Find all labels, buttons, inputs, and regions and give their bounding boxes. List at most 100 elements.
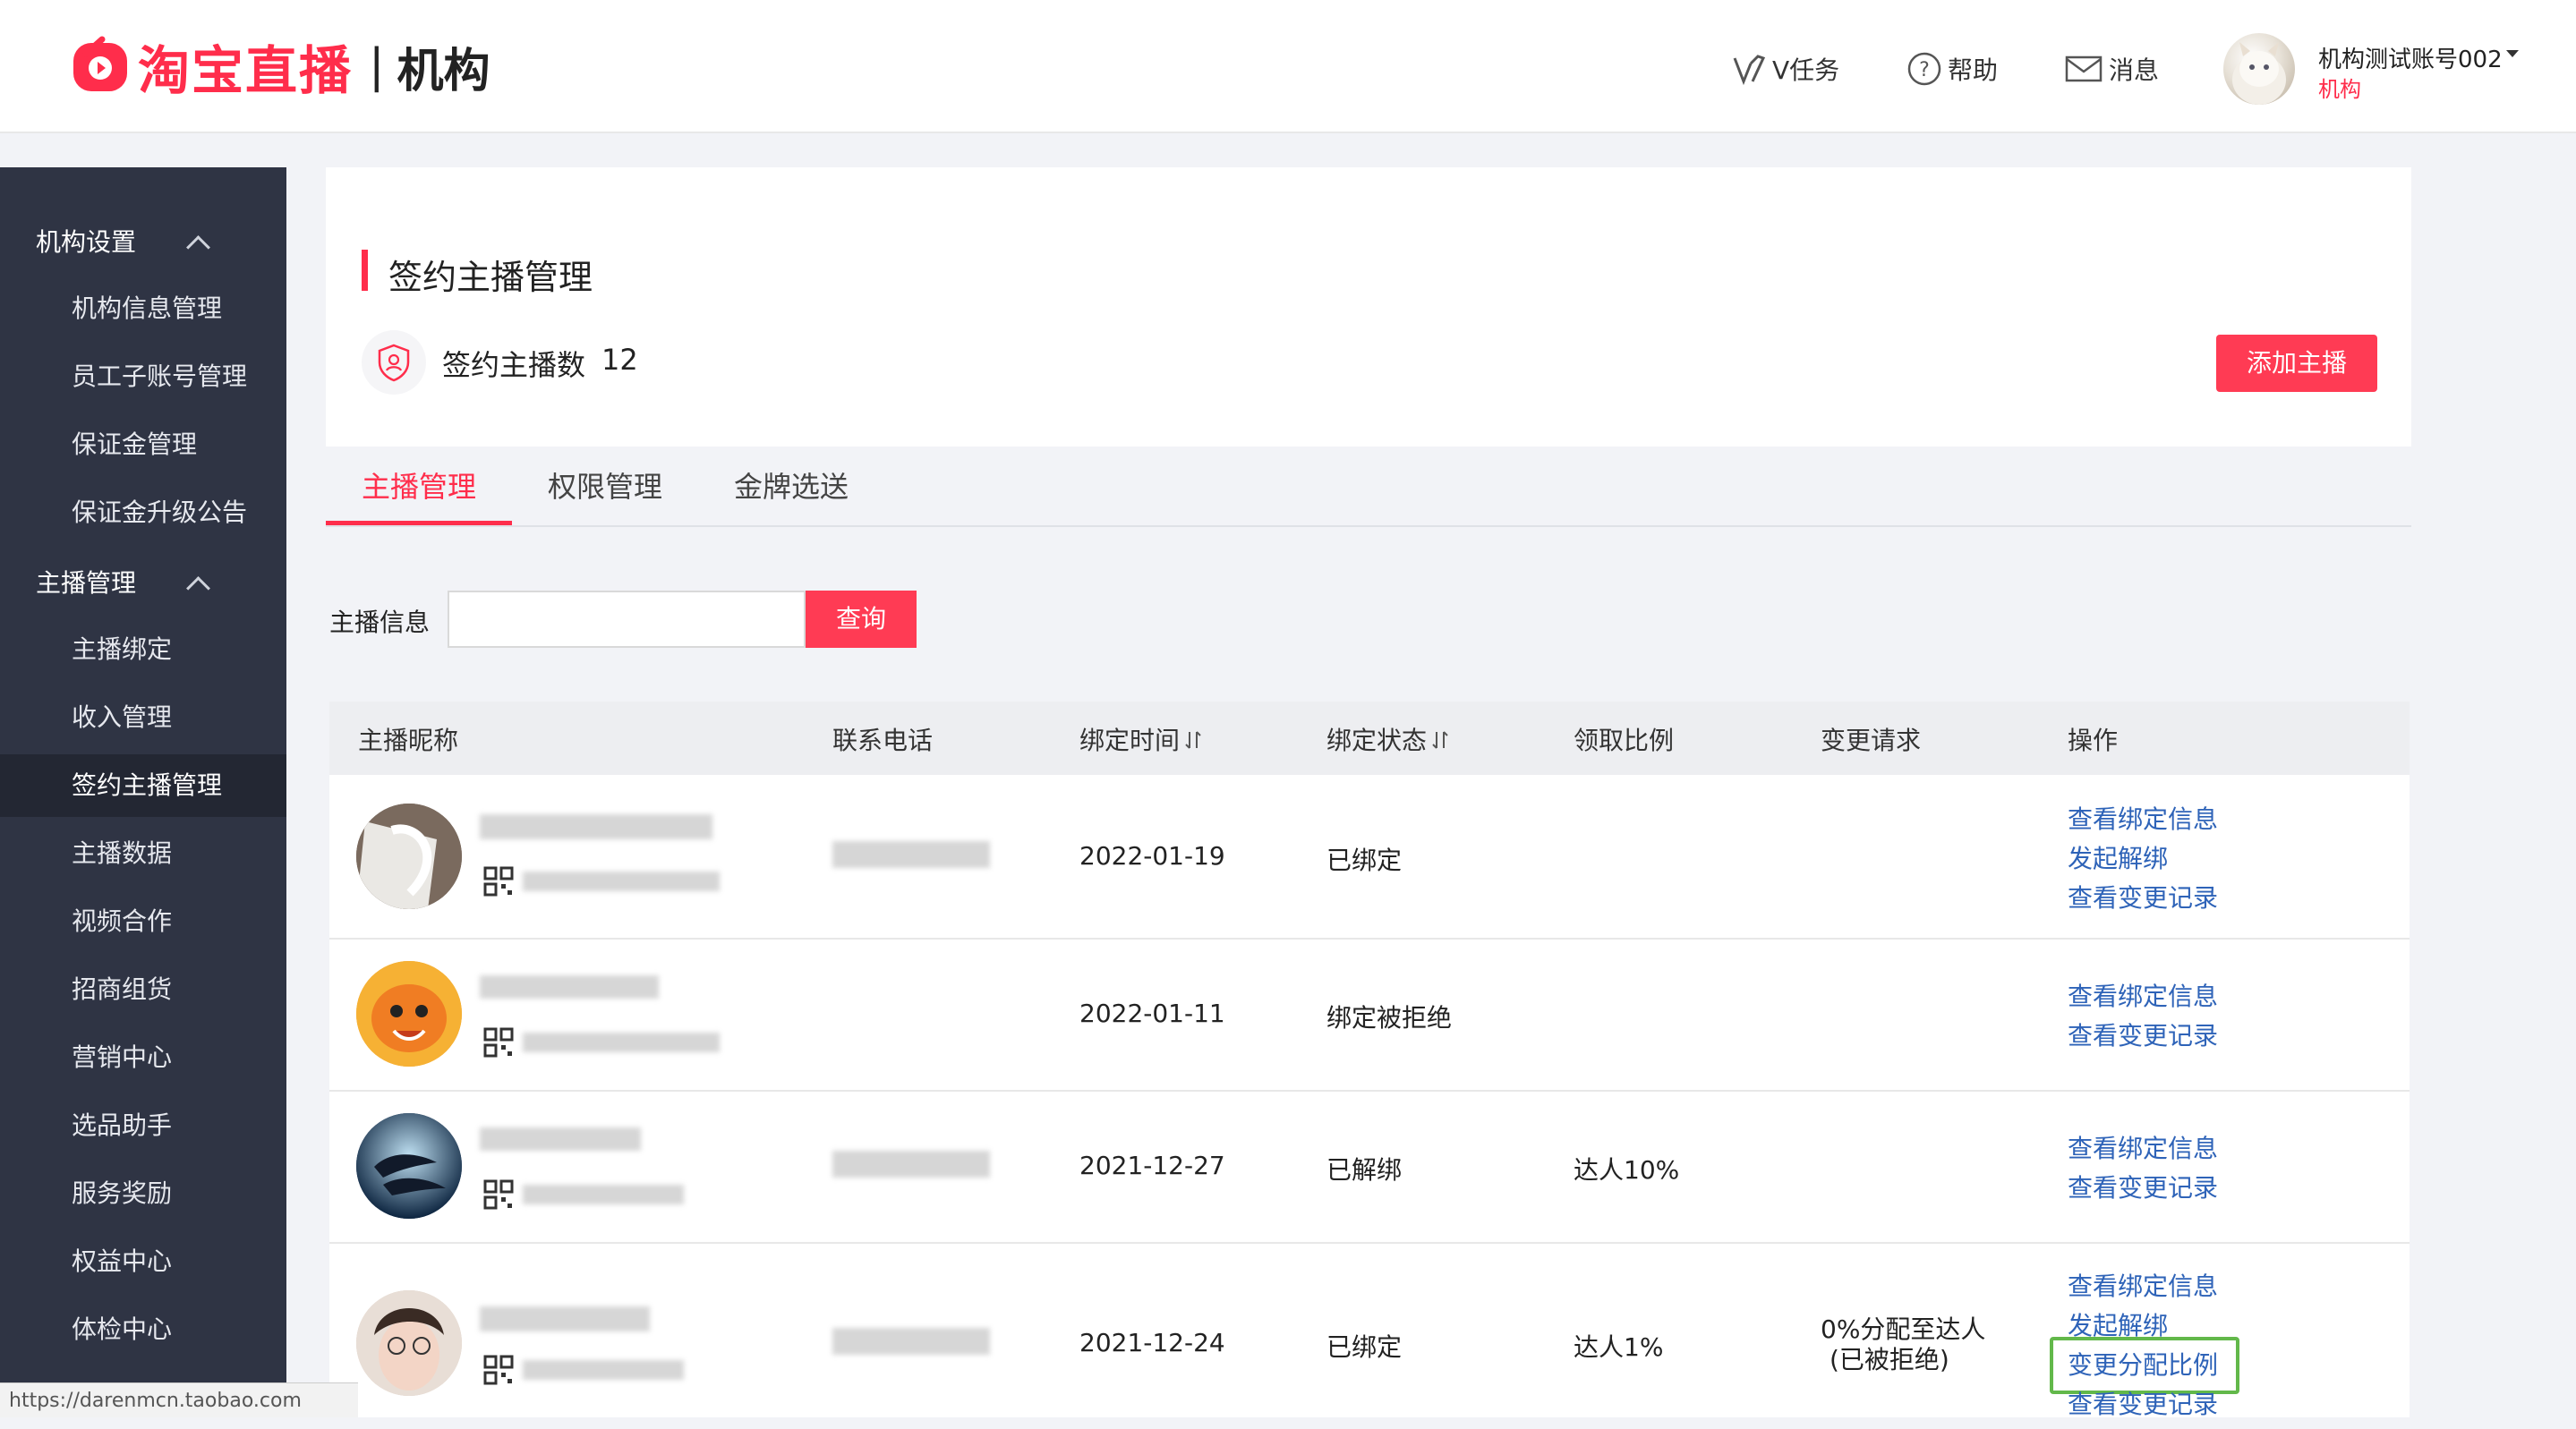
table-header: 主播昵称 联系电话 绑定时间 绑定状态 领取比例 变更请求 操作 bbox=[329, 702, 2410, 775]
help-icon: ? bbox=[1907, 52, 1941, 86]
view-binding-info-link[interactable]: 查看绑定信息 bbox=[2068, 800, 2218, 836]
status-url: https://darenmcn.taobao.com bbox=[0, 1382, 358, 1417]
view-change-log-link[interactable]: 查看变更记录 bbox=[2068, 1016, 2218, 1052]
tab-anchor-management[interactable]: 主播管理 bbox=[362, 464, 476, 506]
dolphin-avatar-icon bbox=[356, 1113, 462, 1219]
bind-status: 已绑定 bbox=[1326, 1332, 1403, 1362]
tab-gold-selection[interactable]: 金牌选送 bbox=[734, 464, 849, 506]
sidebar-item-service-rewards[interactable]: 服务奖励 bbox=[0, 1162, 286, 1225]
sidebar-item-deposit[interactable]: 保证金管理 bbox=[0, 413, 286, 476]
nav-messages-label: 消息 bbox=[2109, 55, 2160, 85]
sidebar-group-anchor-management[interactable]: 主播管理 bbox=[36, 564, 136, 600]
sidebar-item-health-check[interactable]: 体检中心 bbox=[0, 1298, 286, 1361]
sidebar-item-anchor-data[interactable]: 主播数据 bbox=[0, 822, 286, 885]
sort-icon[interactable] bbox=[1430, 729, 1450, 751]
tab-permission-management[interactable]: 权限管理 bbox=[548, 464, 662, 506]
sidebar-item-staff-accounts[interactable]: 员工子账号管理 bbox=[0, 345, 286, 408]
anchor-avatar[interactable] bbox=[356, 804, 462, 909]
logo-separator: | bbox=[369, 39, 385, 93]
chevron-up-icon[interactable] bbox=[186, 235, 210, 259]
id-redacted bbox=[523, 1360, 684, 1380]
view-binding-info-link[interactable]: 查看绑定信息 bbox=[2068, 977, 2218, 1013]
view-binding-info-link[interactable]: 查看绑定信息 bbox=[2068, 1267, 2218, 1303]
table-row: 2021-12-27 已解绑 达人10% 查看绑定信息 查看变更记录 bbox=[329, 1092, 2410, 1244]
logo-subtitle: 机构 bbox=[397, 44, 490, 98]
claim-ratio: 达人10% bbox=[1574, 1155, 1680, 1185]
view-change-log-link[interactable]: 查看变更记录 bbox=[2068, 1385, 2218, 1421]
id-redacted bbox=[523, 872, 720, 891]
add-anchor-button[interactable]: 添加主播 bbox=[2216, 335, 2377, 392]
account-name[interactable]: 机构测试账号002 bbox=[2318, 41, 2503, 74]
sidebar-item-signed-anchors[interactable]: 签约主播管理 bbox=[0, 754, 286, 817]
view-change-log-link[interactable]: 查看变更记录 bbox=[2068, 1169, 2218, 1204]
id-redacted bbox=[523, 1033, 720, 1052]
account-avatar[interactable] bbox=[2223, 33, 2295, 105]
initiate-unbind-link[interactable]: 发起解绑 bbox=[2068, 839, 2168, 875]
logo[interactable]: 淘宝直播 | 机构 bbox=[70, 30, 490, 102]
svg-text:?: ? bbox=[1919, 59, 1930, 81]
anchor-avatar[interactable] bbox=[356, 1290, 462, 1396]
qr-code-icon[interactable] bbox=[483, 1179, 514, 1210]
person-avatar-icon bbox=[356, 1290, 462, 1396]
col-bind-status[interactable]: 绑定状态 bbox=[1326, 721, 1450, 757]
mail-icon bbox=[2065, 55, 2103, 82]
anchor-avatar[interactable] bbox=[356, 1113, 462, 1219]
sidebar-item-video-coop[interactable]: 视频合作 bbox=[0, 890, 286, 953]
logo-text: 淘宝直播 bbox=[138, 40, 354, 101]
tab-bar: 主播管理 权限管理 金牌选送 bbox=[326, 447, 2411, 527]
bind-status: 绑定被拒绝 bbox=[1326, 1003, 1453, 1033]
sidebar-item-marketing[interactable]: 营销中心 bbox=[0, 1026, 286, 1089]
col-bind-time[interactable]: 绑定时间 bbox=[1079, 721, 1203, 757]
col-bind-time-label: 绑定时间 bbox=[1079, 726, 1181, 755]
col-phone: 联系电话 bbox=[832, 726, 934, 755]
qr-code-icon[interactable] bbox=[483, 1027, 514, 1058]
account-role: 机构 bbox=[2318, 77, 2361, 102]
view-binding-info-link[interactable]: 查看绑定信息 bbox=[2068, 1129, 2218, 1165]
nickname-redacted bbox=[480, 1306, 650, 1331]
sidebar-item-anchor-binding[interactable]: 主播绑定 bbox=[0, 618, 286, 681]
sidebar-group-label: 机构设置 bbox=[36, 227, 137, 257]
active-tab-indicator bbox=[326, 521, 512, 525]
anchor-info-input[interactable] bbox=[448, 591, 806, 648]
nav-v-task-label: V任务 bbox=[1772, 55, 1840, 85]
bind-time: 2022-01-19 bbox=[1079, 841, 1225, 871]
sidebar-item-deposit-notice[interactable]: 保证金升级公告 bbox=[0, 481, 286, 544]
change-ratio-link[interactable]: 变更分配比例 bbox=[2068, 1346, 2218, 1382]
col-bind-status-label: 绑定状态 bbox=[1326, 726, 1428, 755]
change-request-note: (已被拒绝) bbox=[1830, 1345, 1949, 1374]
sidebar-item-merchant[interactable]: 招商组货 bbox=[0, 958, 286, 1021]
qr-code-icon[interactable] bbox=[483, 1355, 514, 1385]
phone-redacted bbox=[832, 841, 990, 868]
sidebar: 机构设置 机构信息管理 员工子账号管理 保证金管理 保证金升级公告 主播管理 主… bbox=[0, 167, 286, 1417]
anchor-avatar[interactable] bbox=[356, 961, 462, 1067]
claim-ratio: 达人1% bbox=[1574, 1332, 1664, 1362]
table-row: 2021-12-24 已绑定 达人1% 0%分配至达人 (已被拒绝) 查看绑定信… bbox=[329, 1244, 2410, 1419]
bind-time: 2021-12-24 bbox=[1079, 1328, 1225, 1357]
nav-help[interactable]: ? 帮助 bbox=[1906, 48, 1998, 89]
sidebar-item-selection-helper[interactable]: 选品助手 bbox=[0, 1094, 286, 1157]
account-dropdown-caret-icon[interactable] bbox=[2506, 50, 2519, 57]
chevron-up-icon[interactable] bbox=[186, 576, 210, 600]
col-actions: 操作 bbox=[2068, 726, 2119, 755]
nav-messages[interactable]: 消息 bbox=[2064, 48, 2159, 89]
shield-user-icon bbox=[378, 344, 410, 382]
title-accent-bar bbox=[362, 250, 368, 291]
sort-icon[interactable] bbox=[1183, 729, 1203, 751]
shield-badge bbox=[362, 330, 426, 395]
nav-v-task[interactable]: V任务 bbox=[1731, 48, 1839, 89]
bind-status: 已绑定 bbox=[1326, 846, 1403, 875]
top-header: 淘宝直播 | 机构 V任务 ? 帮助 消息 机构测试账号002 机构 bbox=[0, 0, 2576, 133]
qr-code-icon[interactable] bbox=[483, 866, 514, 897]
sidebar-item-income[interactable]: 收入管理 bbox=[0, 686, 286, 749]
bind-time: 2021-12-27 bbox=[1079, 1151, 1225, 1180]
v-task-icon bbox=[1733, 55, 1766, 86]
bind-time: 2022-01-11 bbox=[1079, 999, 1225, 1028]
bind-status: 已解绑 bbox=[1326, 1155, 1403, 1185]
sidebar-group-org-settings[interactable]: 机构设置 bbox=[36, 223, 136, 259]
sidebar-item-org-info[interactable]: 机构信息管理 bbox=[0, 277, 286, 340]
sidebar-item-benefits[interactable]: 权益中心 bbox=[0, 1230, 286, 1293]
view-change-log-link[interactable]: 查看变更记录 bbox=[2068, 879, 2218, 914]
taobao-live-logo-icon bbox=[73, 36, 127, 91]
page-title: 签约主播管理 bbox=[388, 258, 593, 297]
query-button[interactable]: 查询 bbox=[806, 591, 917, 648]
